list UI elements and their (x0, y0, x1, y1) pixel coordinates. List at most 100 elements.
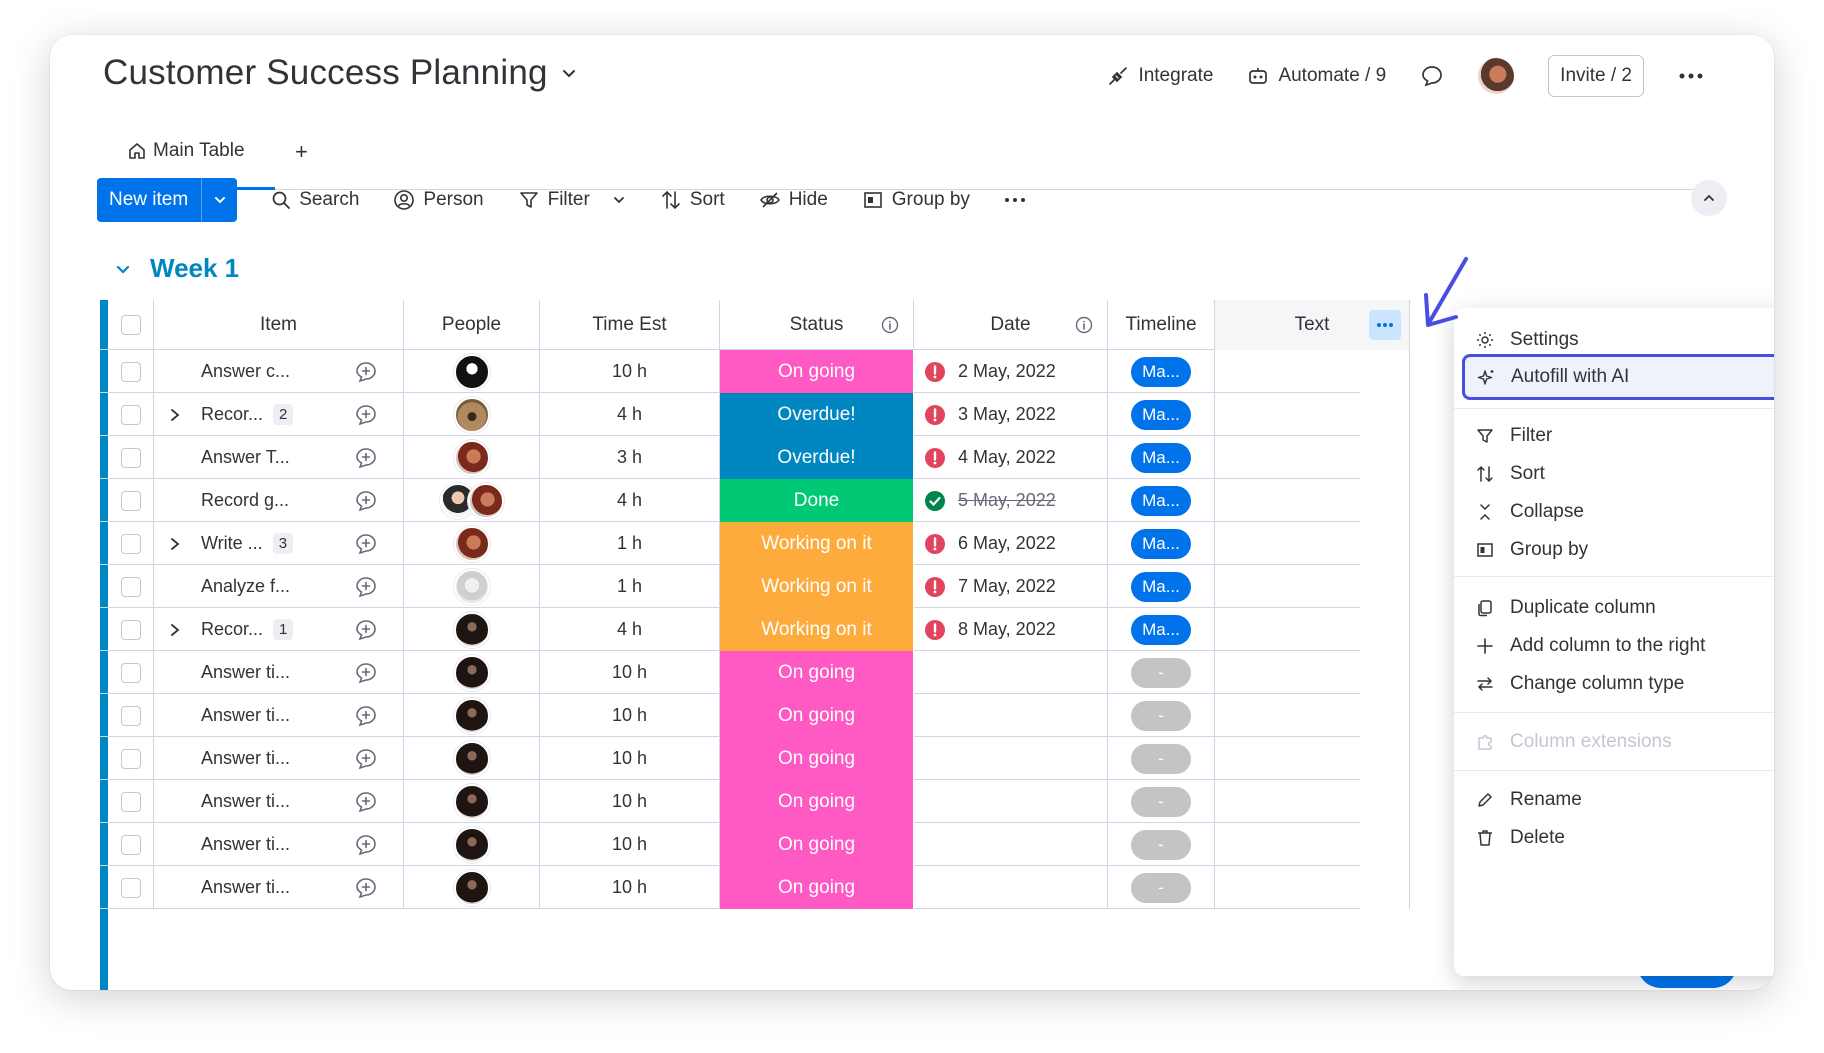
item-cell[interactable]: Answer T... (154, 436, 328, 479)
updates-cell[interactable] (328, 393, 404, 436)
text-cell[interactable] (1215, 479, 1410, 522)
column-header-timeline[interactable]: Timeline (1108, 300, 1215, 350)
text-cell[interactable] (1215, 436, 1410, 479)
menu-item-duplicate-column[interactable]: Duplicate column (1454, 588, 1774, 628)
table-row[interactable]: Recor... 2 4 h Overdue! 3 May, 2022 Ma..… (100, 393, 1410, 436)
add-update-icon[interactable] (354, 532, 378, 556)
item-cell[interactable]: Answer ti... (154, 823, 328, 866)
column-header-date[interactable]: Date (914, 300, 1108, 350)
menu-item-change-column-type[interactable]: Change column type (1454, 664, 1774, 704)
row-checkbox[interactable] (120, 748, 141, 769)
updates-cell[interactable] (328, 565, 404, 608)
timeline-pill[interactable]: Ma... (1131, 528, 1191, 559)
row-checkbox[interactable] (120, 576, 141, 597)
hide-button[interactable]: Hide (759, 189, 828, 211)
add-update-icon[interactable] (354, 747, 378, 771)
time-est-cell[interactable]: 4 h (540, 608, 720, 651)
date-cell[interactable]: 3 May, 2022 (914, 393, 1108, 436)
row-checkbox[interactable] (120, 404, 141, 425)
add-update-icon[interactable] (354, 833, 378, 857)
timeline-cell[interactable]: - (1108, 866, 1215, 909)
chevron-down-icon[interactable] (560, 64, 578, 82)
person-avatar[interactable] (453, 525, 490, 562)
people-cell[interactable] (404, 479, 540, 522)
person-avatar[interactable] (453, 568, 490, 605)
date-cell[interactable]: 5 May, 2022 (914, 479, 1108, 522)
timeline-cell[interactable]: - (1108, 823, 1215, 866)
date-cell[interactable]: 6 May, 2022 (914, 522, 1108, 565)
column-header-time-est[interactable]: Time Est (540, 300, 720, 350)
menu-item-group-by[interactable]: Group by (1454, 530, 1774, 570)
timeline-cell[interactable]: Ma... (1108, 350, 1215, 393)
row-checkbox[interactable] (120, 533, 141, 554)
status-cell[interactable]: On going (720, 350, 914, 393)
person-avatar[interactable] (467, 482, 504, 519)
status-cell[interactable]: Overdue! (720, 393, 914, 436)
text-cell[interactable] (1215, 780, 1410, 823)
people-cell[interactable] (404, 350, 540, 393)
board-title[interactable]: Customer Success Planning (103, 53, 578, 93)
timeline-pill[interactable]: Ma... (1131, 614, 1191, 645)
table-row[interactable]: Answer ti... 10 h On going - (100, 651, 1410, 694)
info-icon[interactable] (1075, 316, 1093, 334)
updates-cell[interactable] (328, 479, 404, 522)
automate-button[interactable]: Automate / 9 (1247, 65, 1386, 87)
text-cell[interactable] (1215, 737, 1410, 780)
item-cell[interactable]: Write ... 3 (154, 522, 328, 565)
row-checkbox[interactable] (120, 791, 141, 812)
timeline-cell[interactable]: - (1108, 780, 1215, 823)
item-cell[interactable]: Answer ti... (154, 651, 328, 694)
row-checkbox[interactable] (120, 705, 141, 726)
column-header-item[interactable]: Item (154, 300, 404, 350)
table-row[interactable]: Analyze f... 1 h Working on it 7 May, 20… (100, 565, 1410, 608)
table-row[interactable]: Answer c... 10 h On going 2 May, 2022 Ma… (100, 350, 1410, 393)
row-checkbox[interactable] (120, 619, 141, 640)
date-cell[interactable] (914, 866, 1108, 909)
date-cell[interactable]: 2 May, 2022 (914, 350, 1108, 393)
item-cell[interactable]: Recor... 2 (154, 393, 328, 436)
add-update-icon[interactable] (354, 618, 378, 642)
timeline-pill[interactable]: - (1131, 700, 1191, 731)
timeline-pill[interactable]: Ma... (1131, 485, 1191, 516)
table-row[interactable]: Answer ti... 10 h On going - (100, 694, 1410, 737)
chevron-right-icon[interactable] (169, 536, 181, 552)
date-cell[interactable] (914, 780, 1108, 823)
item-cell[interactable]: Answer c... (154, 350, 328, 393)
chevron-right-icon[interactable] (169, 622, 181, 638)
updates-cell[interactable] (328, 780, 404, 823)
text-cell[interactable] (1215, 522, 1410, 565)
filter-button[interactable]: Filter (518, 189, 626, 211)
person-avatar[interactable] (453, 611, 490, 648)
row-checkbox[interactable] (120, 490, 141, 511)
person-filter-button[interactable]: Person (393, 189, 484, 211)
updates-cell[interactable] (328, 522, 404, 565)
row-checkbox[interactable] (120, 447, 141, 468)
time-est-cell[interactable]: 4 h (540, 479, 720, 522)
row-checkbox[interactable] (120, 361, 141, 382)
menu-item-add-column-right[interactable]: Add column to the right (1454, 626, 1774, 666)
timeline-cell[interactable]: Ma... (1108, 479, 1215, 522)
add-view-button[interactable]: + (295, 139, 308, 165)
time-est-cell[interactable]: 10 h (540, 780, 720, 823)
date-cell[interactable] (914, 651, 1108, 694)
person-avatar[interactable] (453, 869, 490, 906)
time-est-cell[interactable]: 10 h (540, 651, 720, 694)
text-cell[interactable] (1215, 823, 1410, 866)
menu-item-sort[interactable]: Sort (1454, 454, 1774, 494)
column-options-button[interactable] (1369, 310, 1401, 340)
item-cell[interactable]: Answer ti... (154, 866, 328, 909)
time-est-cell[interactable]: 10 h (540, 737, 720, 780)
text-cell[interactable] (1215, 393, 1410, 436)
column-header-status[interactable]: Status (720, 300, 914, 350)
date-cell[interactable]: 4 May, 2022 (914, 436, 1108, 479)
timeline-pill[interactable]: - (1131, 872, 1191, 903)
info-icon[interactable] (881, 316, 899, 334)
date-cell[interactable] (914, 737, 1108, 780)
column-header-people[interactable]: People (404, 300, 540, 350)
people-cell[interactable] (404, 608, 540, 651)
text-cell[interactable] (1215, 608, 1410, 651)
table-row[interactable]: Answer ti... 10 h On going - (100, 866, 1410, 909)
status-cell[interactable]: Done (720, 479, 914, 522)
updates-cell[interactable] (328, 866, 404, 909)
item-cell[interactable]: Answer ti... (154, 780, 328, 823)
